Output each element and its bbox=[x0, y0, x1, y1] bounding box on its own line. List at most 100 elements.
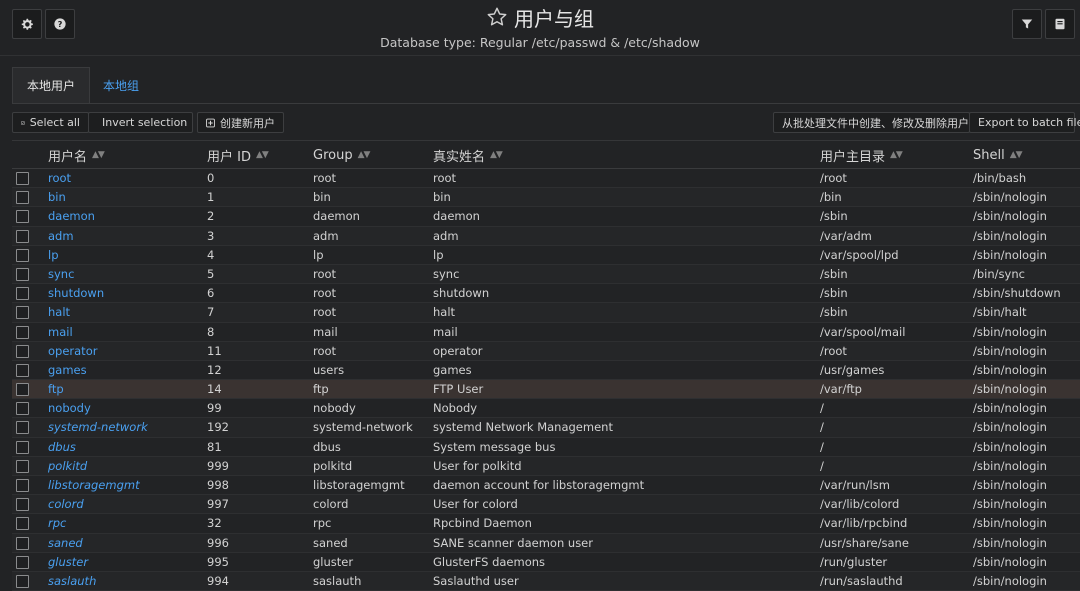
batch-file-button[interactable]: 从批处理文件中创建、修改及删除用户 bbox=[773, 112, 970, 133]
real-name-cell: mail bbox=[433, 324, 458, 339]
username-link[interactable]: shutdown bbox=[48, 284, 104, 303]
home-dir-cell: /root bbox=[820, 171, 847, 185]
username-link[interactable]: operator bbox=[48, 342, 97, 361]
home-dir-cell: /var/lib/rpcbind bbox=[820, 516, 908, 531]
create-user-button[interactable]: 创建新用户 bbox=[197, 112, 284, 133]
row-checkbox[interactable] bbox=[16, 306, 29, 320]
title-area: 用户与组 Database type: Regular /etc/passwd … bbox=[0, 4, 1080, 51]
row-checkbox[interactable] bbox=[16, 287, 29, 301]
table-row[interactable]: rpc 32 rpc Rpcbind Daemon/var/lib/rpcbind/s… bbox=[12, 514, 1080, 534]
export-batch-button[interactable]: Export to batch file bbox=[969, 112, 1080, 133]
row-checkbox[interactable] bbox=[16, 498, 29, 512]
col-uid[interactable]: 用户 ID ▲▼ bbox=[207, 141, 269, 169]
tab-local-users[interactable]: 本地用户 bbox=[12, 67, 91, 104]
username-link[interactable]: root bbox=[48, 169, 71, 188]
username-link[interactable]: colord bbox=[48, 495, 84, 514]
table-row[interactable]: adm 3 adm adm/var/adm/sbin/nologin bbox=[12, 226, 1080, 246]
table-row[interactable]: gluster 995 gluster GlusterFS daemons/run/g… bbox=[12, 553, 1080, 572]
table-row[interactable]: daemon 2 daemon daemon/sbin/sbin/nologin bbox=[12, 207, 1080, 227]
table-row[interactable]: systemd-network 192 systemd-network systemd… bbox=[12, 418, 1080, 438]
tab-divider bbox=[12, 103, 1080, 104]
table-row[interactable]: lp 4 lp lp/var/spool/lpd/sbin/nologin bbox=[12, 246, 1080, 265]
row-checkbox[interactable] bbox=[16, 172, 29, 185]
row-checkbox[interactable] bbox=[16, 191, 29, 205]
book-button[interactable] bbox=[1045, 9, 1075, 39]
col-shell[interactable]: Shell ▲▼ bbox=[973, 141, 1023, 169]
row-checkbox[interactable] bbox=[16, 421, 29, 435]
table-row[interactable]: saslauth 994 saslauth Saslauthd user/run/sa… bbox=[12, 571, 1080, 591]
table-row[interactable]: halt 7 root halt/sbin/sbin/halt bbox=[12, 303, 1080, 323]
row-checkbox[interactable] bbox=[16, 267, 29, 281]
col-home[interactable]: 用户主目录 ▲▼ bbox=[820, 141, 903, 169]
username-link[interactable]: systemd-network bbox=[48, 418, 148, 437]
username-link[interactable]: gluster bbox=[48, 553, 88, 572]
row-checkbox[interactable] bbox=[16, 383, 29, 397]
group-cell: bin bbox=[313, 190, 331, 205]
tab-local-groups[interactable]: 本地组 bbox=[90, 67, 153, 104]
row-checkbox[interactable] bbox=[16, 229, 29, 243]
username-link[interactable]: sync bbox=[48, 265, 74, 284]
col-group[interactable]: Group ▲▼ bbox=[313, 141, 370, 169]
username-link[interactable]: halt bbox=[48, 303, 70, 322]
invert-selection-button[interactable]: Invert selection bbox=[88, 112, 193, 133]
table-row[interactable]: bin 1 bin bin/bin/sbin/nologin bbox=[12, 188, 1080, 208]
username-link[interactable]: ftp bbox=[48, 380, 64, 399]
row-checkbox[interactable] bbox=[16, 517, 29, 531]
row-checkbox[interactable] bbox=[16, 248, 29, 262]
username-link[interactable]: nobody bbox=[48, 399, 91, 418]
star-outline-icon[interactable] bbox=[486, 6, 508, 28]
real-name-cell: Nobody bbox=[433, 401, 478, 416]
row-checkbox[interactable] bbox=[16, 479, 29, 492]
row-checkbox[interactable] bbox=[16, 459, 29, 473]
sort-icon: ▲▼ bbox=[890, 150, 903, 160]
row-checkbox[interactable] bbox=[16, 555, 29, 569]
row-checkbox[interactable] bbox=[16, 536, 29, 550]
select-all-button[interactable]: Select all bbox=[12, 112, 89, 133]
home-dir-cell: /sbin bbox=[820, 209, 848, 224]
username-link[interactable]: saned bbox=[48, 534, 83, 553]
row-checkbox[interactable] bbox=[16, 402, 29, 416]
username-link[interactable]: dbus bbox=[48, 438, 76, 457]
table-row[interactable]: operator 11 root operator/root/sbin/nologin bbox=[12, 341, 1080, 361]
home-dir-cell: /sbin bbox=[820, 266, 848, 281]
table-row[interactable]: polkitd 999 polkitd User for polkitd / /sbin/… bbox=[12, 456, 1080, 476]
username-link[interactable]: daemon bbox=[48, 207, 95, 226]
table-row[interactable]: shutdown 6 root shutdown/sbin/sbin/shutdown bbox=[12, 284, 1080, 304]
table-row[interactable]: saned 996 saned SANE scanner daemon user/us… bbox=[12, 533, 1080, 553]
table-row[interactable]: ftp 14 ftp FTP User/var/ftp/sbin/nologin bbox=[12, 380, 1080, 400]
shell-cell: /sbin/halt bbox=[973, 305, 1027, 320]
table-row[interactable]: nobody 99 nobody Nobody / /sbin/nologin bbox=[12, 399, 1080, 419]
row-checkbox[interactable] bbox=[16, 363, 29, 377]
username-link[interactable]: libstoragemgmt bbox=[48, 476, 140, 495]
username-link[interactable]: games bbox=[48, 361, 87, 380]
home-dir-cell: /var/lib/colord bbox=[820, 497, 900, 512]
username-link[interactable]: adm bbox=[48, 227, 74, 246]
row-checkbox[interactable] bbox=[16, 440, 29, 454]
group-cell: nobody bbox=[313, 401, 356, 416]
table-row[interactable]: mail 8 mail mail/var/spool/mail/sbin/nologi… bbox=[12, 323, 1080, 342]
username-link[interactable]: saslauth bbox=[48, 572, 96, 591]
col-username[interactable]: 用户名 ▲▼ bbox=[48, 141, 105, 169]
table-row[interactable]: root 0 root root/root/bin/bash bbox=[12, 169, 1080, 189]
row-checkbox[interactable] bbox=[16, 344, 29, 358]
group-cell: systemd-network bbox=[313, 420, 413, 435]
group-cell: gluster bbox=[313, 554, 354, 569]
username-link[interactable]: lp bbox=[48, 246, 59, 265]
shell-cell: /sbin/nologin bbox=[973, 439, 1047, 454]
username-link[interactable]: polkitd bbox=[48, 457, 87, 476]
table-row[interactable]: dbus 81 dbus System message bus / /sbin/nolog… bbox=[12, 438, 1080, 457]
row-checkbox[interactable] bbox=[16, 325, 29, 339]
username-link[interactable]: mail bbox=[48, 323, 73, 342]
sort-icon: ▲▼ bbox=[255, 150, 269, 160]
home-dir-cell: / bbox=[820, 401, 824, 416]
table-row[interactable]: libstoragemgmt 998 libstoragemgmt daemon ac… bbox=[12, 476, 1080, 496]
table-row[interactable]: sync 5 root sync/sbin/bin/sync bbox=[12, 264, 1080, 285]
table-row[interactable]: colord 997 colord User for colord/var/lib/c… bbox=[12, 495, 1080, 515]
username-link[interactable]: rpc bbox=[48, 514, 66, 533]
filter-button[interactable] bbox=[1012, 9, 1042, 39]
username-link[interactable]: bin bbox=[48, 188, 66, 207]
row-checkbox[interactable] bbox=[16, 210, 29, 224]
col-real-name[interactable]: 真实姓名 ▲▼ bbox=[433, 141, 503, 169]
row-checkbox[interactable] bbox=[16, 574, 29, 588]
table-row[interactable]: games 12 users games/usr/games/sbin/nologin bbox=[12, 361, 1080, 381]
